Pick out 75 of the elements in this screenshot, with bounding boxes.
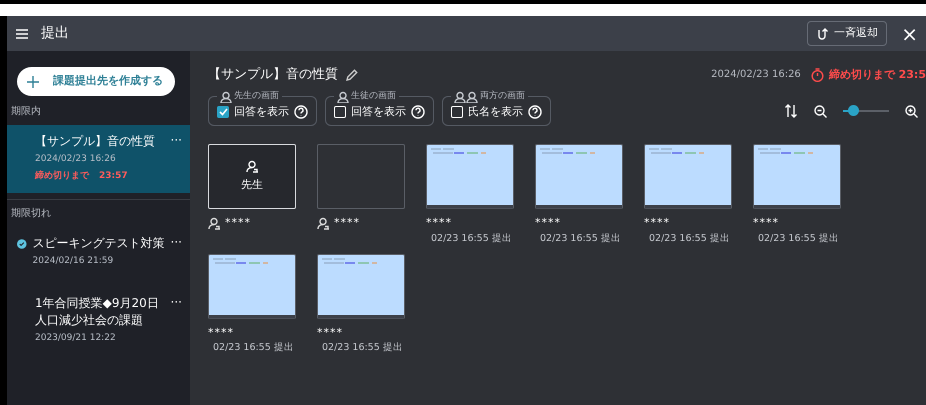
student-name: ****: [334, 215, 360, 231]
sort-button[interactable]: [784, 104, 798, 118]
assignment-heading: 【サンプル】音の性質: [208, 66, 338, 84]
more-button[interactable]: ···: [170, 133, 182, 147]
submission-time: 02/23 16:55 提出: [321, 341, 404, 356]
option-legend: 両方の画面: [480, 91, 525, 102]
checkbox[interactable]: [217, 106, 229, 118]
submission-tile[interactable]: 先生: [208, 144, 296, 209]
return-all-button[interactable]: 一斉返却: [807, 21, 888, 46]
close-button[interactable]: ×: [899, 24, 918, 44]
deadline-text: 締め切りまで 23:5: [828, 66, 926, 82]
assignment-date: 2024/02/23 16:26: [711, 68, 801, 82]
sort-icon: [784, 104, 798, 118]
person-icon: [246, 160, 258, 173]
option-label: 回答を表示: [234, 104, 289, 120]
two-persons-icon: [454, 90, 478, 102]
submission-thumbnail[interactable]: [208, 254, 296, 319]
student-name: ****: [535, 215, 561, 231]
submission-time: 02/23 16:55 提出: [539, 232, 622, 246]
assignment-item[interactable]: 1年合同授業◆9月20日 人口減少社会の課題 2023/09/21 12:22 ···: [7, 286, 190, 355]
more-button[interactable]: ···: [170, 294, 182, 308]
zoom-out-icon: [814, 104, 827, 118]
student-name: ****: [644, 215, 670, 231]
pencil-icon: [346, 68, 358, 81]
person-icon: [208, 216, 221, 230]
assignment-title: 人口減少社会の課題: [35, 312, 144, 328]
submission-thumbnail[interactable]: [753, 144, 841, 209]
option-label: 回答を表示: [351, 104, 406, 120]
header-title: 提出: [41, 24, 69, 43]
assignment-date: 2023/09/21 12:22: [35, 332, 117, 344]
student-name: ****: [753, 215, 779, 231]
person-icon: [317, 216, 330, 230]
submission-tile[interactable]: [317, 144, 405, 209]
assignment-date: 2024/02/23 16:26: [35, 153, 117, 166]
submission-thumbnail[interactable]: [317, 254, 405, 319]
help-icon: [528, 104, 542, 119]
slider-thumb[interactable]: [848, 105, 860, 116]
section-label: 期限切れ: [10, 206, 52, 221]
student-name: ****: [208, 324, 234, 341]
return-arrow-icon: [816, 26, 828, 40]
plus-icon: [27, 76, 39, 88]
submission-thumbnail[interactable]: [426, 144, 514, 209]
submission-time: 02/23 16:55 提出: [648, 232, 731, 246]
section-label: 期限内: [10, 104, 42, 119]
menu-icon: [15, 28, 29, 40]
submission-thumbnail[interactable]: [644, 144, 732, 209]
zoom-out-button[interactable]: [814, 104, 827, 118]
zoom-in-button[interactable]: [905, 104, 918, 118]
student-name: ****: [317, 324, 343, 341]
submission-thumbnail[interactable]: [535, 144, 623, 209]
person-icon: [220, 90, 232, 102]
assignment-title: スピーキングテスト対策: [32, 235, 165, 252]
help-icon: [294, 104, 308, 119]
submission-time: 02/23 16:55 提出: [212, 341, 295, 356]
option-label: 氏名を表示: [468, 104, 523, 120]
zoom-in-icon: [905, 104, 918, 118]
option-legend: 先生の画面: [234, 91, 279, 102]
person-icon: [337, 90, 349, 102]
create-button[interactable]: 課題提出先を作成する: [17, 67, 175, 96]
timer-icon: [810, 68, 824, 82]
assignment-title: 1年合同授業◆9月20日: [35, 294, 160, 312]
submission-time: 02/23 16:55 提出: [430, 232, 513, 246]
student-name: ****: [426, 215, 452, 231]
more-button[interactable]: ···: [170, 235, 182, 249]
deadline-time: 23:57: [99, 170, 128, 180]
deadline-label: 締め切りまで: [35, 170, 89, 180]
student-name: ****: [225, 215, 251, 231]
assignment-item[interactable]: スピーキングテスト対策 2024/02/16 21:59 ···: [7, 227, 190, 278]
option-legend: 生徒の画面: [351, 91, 396, 102]
submission-time: 02/23 16:55 提出: [757, 232, 840, 246]
assignment-item[interactable]: 【サンプル】音の性質 2024/02/23 16:26 締め切りまで 23:57 ···: [7, 125, 190, 193]
assignment-date: 2024/02/16 21:59: [32, 255, 114, 268]
tile-label: 先生: [241, 176, 263, 193]
help-icon: [411, 104, 425, 119]
assignment-title: 【サンプル】音の性質: [35, 133, 156, 150]
